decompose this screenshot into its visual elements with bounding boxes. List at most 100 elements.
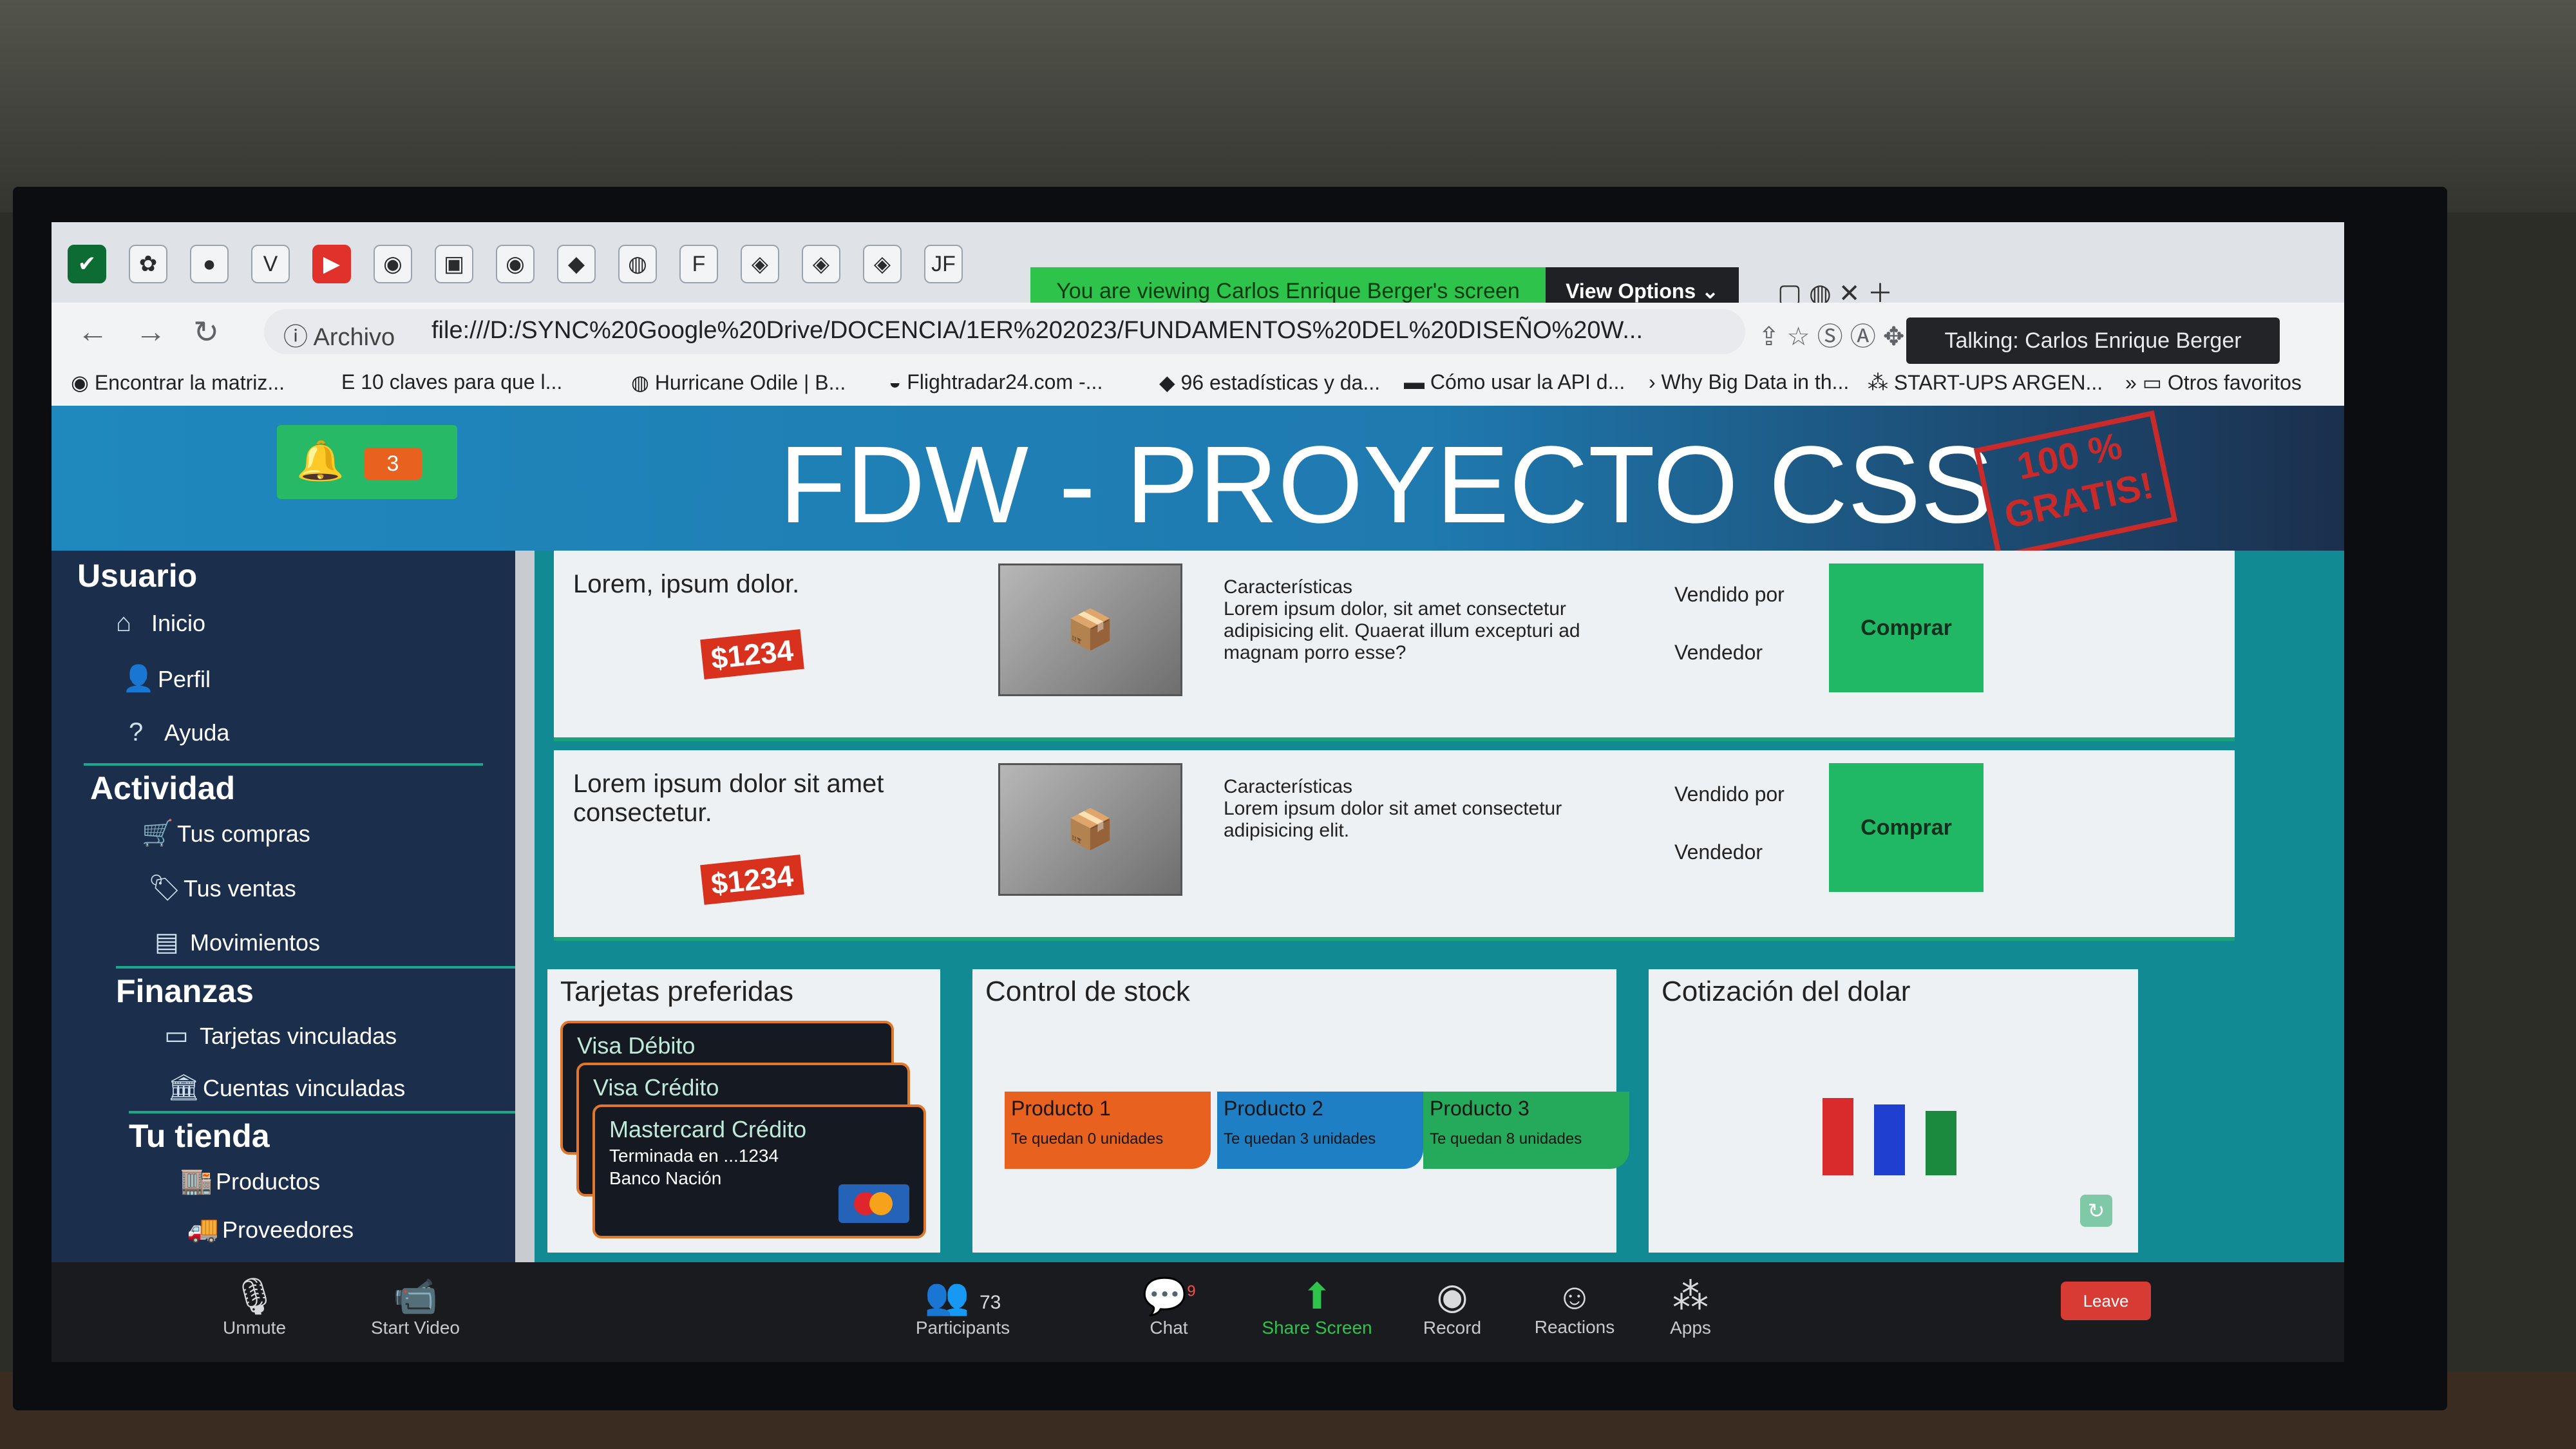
cards-panel-title: Tarjetas preferidas [560, 976, 793, 1007]
participants-label: Participants [915, 1318, 1010, 1338]
sidebar-item-perfil[interactable]: 👤 Perfil [122, 663, 211, 694]
tag-icon: 🏷 [148, 874, 181, 902]
tab-icon-13[interactable]: ◈ [802, 245, 840, 283]
web-page: 🔔 3 FDW - PROYECTO CSS 100 % GRATIS! Usua… [52, 406, 2344, 1262]
tab-icon-11[interactable]: F [679, 245, 718, 283]
sidebar-item-tus-ventas[interactable]: 🏷 Tus ventas [148, 873, 296, 903]
refresh-icon[interactable]: ↻ [2080, 1195, 2112, 1227]
start-video-button[interactable]: 📹 Start Video [341, 1275, 489, 1338]
bookmark-1[interactable]: ◉ Encontrar la matriz... [71, 370, 285, 395]
participants-icon: 👥 73 [924, 1276, 1001, 1316]
bookmark-5-label: 96 estadísticas y da... [1180, 371, 1381, 394]
wall-background [0, 0, 2576, 213]
sidebar-item-proveedores[interactable]: 🚚 Proveedores [187, 1214, 354, 1244]
bookmark-4[interactable]: ◒ Flightradar24.com -... [889, 370, 1103, 394]
apps-button[interactable]: ⁂ Apps [1616, 1275, 1765, 1338]
vuetify-tab-icon[interactable]: V [251, 245, 290, 283]
notifications-button[interactable]: 🔔 3 [277, 425, 457, 499]
sidebar-item-inicio[interactable]: ⌂ Inicio [116, 609, 205, 638]
unmute-button[interactable]: 🎙 Unmute [180, 1275, 328, 1338]
sidebar-item-label: Movimientos [190, 929, 321, 956]
reload-icon[interactable]: ↻ [193, 314, 219, 350]
product-features: Características Lorem ipsum dolor sit ame… [1224, 776, 1623, 842]
buy-button[interactable]: Comprar [1829, 564, 1984, 692]
sidebar-item-label: Inicio [151, 610, 206, 636]
shield-tab-icon[interactable]: ✔ [68, 245, 106, 283]
sidebar-item-tus-compras[interactable]: 🛒 Tus compras [142, 818, 310, 848]
card-bank: Banco Nación [609, 1168, 722, 1188]
sidebar-item-label: Productos [216, 1168, 321, 1195]
list-icon: ▤ [155, 928, 179, 956]
section-usuario: Usuario [77, 558, 198, 594]
section-divider [84, 763, 483, 766]
other-bookmarks[interactable]: » ▭ Otros favoritos [2125, 370, 2302, 395]
other-bookmarks-label: Otros favoritos [2167, 371, 2302, 394]
sidebar-item-label: Tarjetas vinculadas [200, 1023, 397, 1049]
bookmark-3-label: Hurricane Odile | B... [654, 371, 846, 394]
stock-item-3: Producto 3 Te quedan 8 unidades [1423, 1092, 1629, 1169]
stock-panel: Control de stock Producto 1 Te quedan 0 u… [972, 969, 1629, 1253]
tab-icon-8[interactable]: ◉ [496, 245, 535, 283]
bookmarks-bar: ◉ Encontrar la matriz... E 10 claves par… [52, 361, 2344, 407]
url-prefix: Archivo [313, 324, 395, 351]
home-icon: ⌂ [116, 609, 132, 637]
sidebar-item-label: Proveedores [222, 1217, 354, 1243]
record-label: Record [1423, 1318, 1482, 1338]
apps-label: Apps [1670, 1318, 1711, 1338]
sidebar-item-label: Tus ventas [184, 875, 296, 902]
sidebar-item-tarjetas[interactable]: ▭ Tarjetas vinculadas [164, 1021, 397, 1050]
dollar-bar-blue [1874, 1104, 1905, 1175]
dollar-panel: Cotización del dolar ↻ [1649, 969, 2138, 1253]
share-screen-button[interactable]: ⬆ Share Screen [1243, 1275, 1391, 1338]
url-field[interactable]: ⓘ Archivo file:///D:/SYNC%20Google%20Dri… [264, 309, 1745, 354]
bookmark-7-label: Why Big Data in th... [1661, 370, 1850, 393]
tab-extra-controls[interactable]: ▢ ◍ ✕ ＋ [1777, 272, 1971, 308]
cards-panel: Tarjetas preferidas Visa Débito Visa Cré… [547, 969, 940, 1253]
leave-button[interactable]: Leave [2061, 1282, 2151, 1320]
sidebar-item-label: Tus compras [177, 820, 310, 847]
cart-icon: 🛒 [142, 819, 174, 848]
chat-button[interactable]: 💬9 Chat [1095, 1275, 1243, 1338]
share-screen-icon: ⬆ [1302, 1276, 1332, 1316]
globe-tab-icon[interactable]: ◍ [618, 245, 657, 283]
stock-qty: Te quedan 8 unidades [1430, 1130, 1582, 1148]
sidebar-item-cuentas[interactable]: 🏛 Cuentas vinculadas [167, 1072, 405, 1103]
card-mastercard-credito[interactable]: Mastercard Crédito Terminada en ...1234 … [592, 1104, 926, 1238]
section-divider [116, 966, 515, 969]
tab-icon-14[interactable]: ◈ [863, 245, 902, 283]
tab-icon-9[interactable]: ◆ [557, 245, 596, 283]
reactions-label: Reactions [1534, 1317, 1615, 1337]
stock-item-2: Producto 2 Te quedan 3 unidades [1217, 1092, 1423, 1169]
bookmark-2[interactable]: E 10 claves para que l... [341, 370, 562, 394]
tab-icon-7[interactable]: ▣ [435, 245, 473, 283]
tab-icon-12[interactable]: ◈ [741, 245, 779, 283]
participants-button[interactable]: 👥 73 Participants [889, 1275, 1037, 1338]
chat-label: Chat [1150, 1318, 1188, 1338]
share-screen-label: Share Screen [1262, 1318, 1372, 1338]
sidebar-scrollbar[interactable] [515, 551, 535, 1262]
monitor-screen: ✔ ✿ ● V ▶ ◉ ▣ ◉ ◆ ◍ F ◈ ◈ ◈ JF You are v… [52, 222, 2344, 1362]
tab-initials[interactable]: JF [924, 245, 963, 283]
forward-arrow-icon[interactable]: → [135, 314, 166, 350]
back-arrow-icon[interactable]: ← [77, 314, 108, 350]
github-tab-icon[interactable]: ● [190, 245, 229, 283]
sidebar-item-ayuda[interactable]: ? Ayuda [129, 718, 229, 747]
card-name: Mastercard Crédito [609, 1116, 807, 1142]
stock-panel-title: Control de stock [985, 976, 1190, 1007]
product-card: Lorem, ipsum dolor. $1234 📦 Característi… [554, 551, 2235, 741]
bookmark-6[interactable]: ▬ Cómo usar la API d... [1404, 370, 1625, 394]
chat-badge: 9 [1187, 1282, 1196, 1300]
sidebar-item-movimientos[interactable]: ▤ Movimientos [155, 927, 320, 957]
bookmark-8[interactable]: ⁂ START-UPS ARGEN... [1868, 370, 2103, 395]
tab-icon-6[interactable]: ◉ [374, 245, 412, 283]
sidebar-item-productos[interactable]: 🏬 Productos [180, 1166, 320, 1196]
product-features: Características Lorem ipsum dolor, sit am… [1224, 576, 1623, 664]
youtube-tab-icon[interactable]: ▶ [312, 245, 351, 283]
bookmark-3[interactable]: ◍ Hurricane Odile | B... [631, 370, 846, 395]
bookmark-7[interactable]: › Why Big Data in th... [1649, 370, 1849, 394]
bookmark-5[interactable]: ◆ 96 estadísticas y da... [1159, 370, 1380, 395]
buy-button[interactable]: Comprar [1829, 763, 1984, 892]
product-card: Lorem ipsum dolor sit amet consectetur. … [554, 750, 2235, 941]
section-finanzas: Finanzas [116, 973, 254, 1009]
chatgpt-tab-icon[interactable]: ✿ [129, 245, 167, 283]
